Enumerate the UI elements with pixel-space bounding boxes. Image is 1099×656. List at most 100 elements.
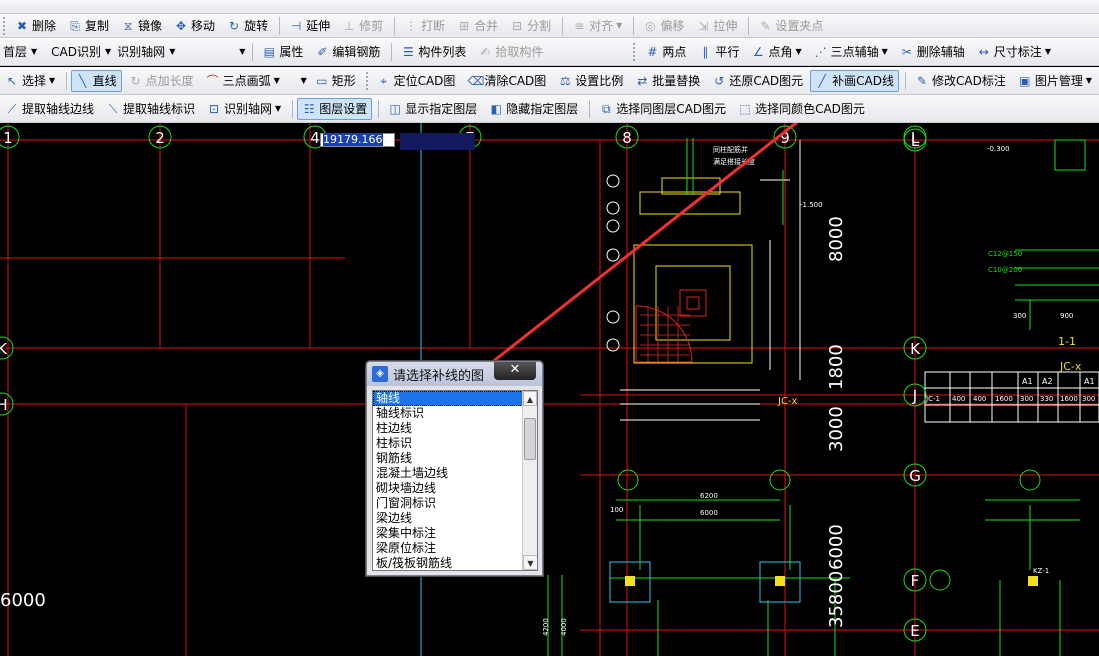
break-button[interactable]: ⋮ 打断 <box>399 15 450 37</box>
modify-cad-label-button[interactable]: ✎ 修改CAD标注 <box>910 70 1011 92</box>
properties-label: 属性 <box>279 45 304 59</box>
cad-drawing[interactable]: 124789LKHLKJGFE 800018003000600035800600… <box>0 123 1099 656</box>
point-length-label: 点加长度 <box>145 74 194 88</box>
delete-button[interactable]: ✖ 删除 <box>10 15 61 37</box>
blank-combo-dropdown[interactable]: ▼ <box>178 42 248 62</box>
scroll-down-icon[interactable]: ▼ <box>523 555 537 570</box>
list-item[interactable]: 柱标识 <box>373 436 537 451</box>
batch-replace-label: 批量替换 <box>652 74 701 88</box>
list-item[interactable]: 钢筋线 <box>373 451 537 466</box>
axis-label: K <box>910 340 921 358</box>
list-item[interactable]: 梁原位标注 <box>373 541 537 556</box>
dimension-button[interactable]: ↔ 尺寸标注 ▼ <box>972 41 1056 63</box>
dialog-close-button[interactable]: ✕ <box>494 362 536 380</box>
pick-component-button[interactable]: ✍ 拾取构件 <box>473 41 548 63</box>
image-manage-icon: ▣ <box>1019 73 1031 88</box>
split-button[interactable]: ⊟ 分割 <box>505 15 556 37</box>
grip-button[interactable]: ✎ 设置夹点 <box>753 15 828 37</box>
pick-component-icon: ✍ <box>480 44 491 59</box>
break-label: 打断 <box>421 19 446 33</box>
copy-icon: ⎘ <box>70 18 80 33</box>
toolbar-grip[interactable] <box>3 16 7 35</box>
cad-recognize-dropdown[interactable]: CAD识别 ▼ <box>48 42 114 62</box>
align-button[interactable]: ≡ 对齐 ▼ <box>567 15 627 37</box>
scroll-up-icon[interactable]: ▲ <box>523 391 537 406</box>
list-item[interactable]: 梁边线 <box>373 511 537 526</box>
trim-button[interactable]: ⊥ 修剪 <box>337 15 388 37</box>
dimension-icon: ↔ <box>978 44 989 59</box>
component-list-button[interactable]: ☰ 构件列表 <box>396 41 471 63</box>
extract-axis-edge-button[interactable]: ⟋ 提取轴线边线 <box>0 98 99 120</box>
coordinate-input-secondary[interactable] <box>400 133 475 150</box>
stretch-label: 拉伸 <box>713 19 738 33</box>
coordinate-value: 19179.166 <box>323 133 383 146</box>
layer-settings-button[interactable]: ☷ 图层设置 <box>297 97 373 120</box>
hide-layer-button[interactable]: ◧ 隐藏指定图层 <box>484 98 583 120</box>
delete-axis-button[interactable]: ✂ 删除辅轴 <box>895 41 970 63</box>
recognize-axis-dropdown[interactable]: 识别轴网 ▼ <box>114 42 178 62</box>
line-button[interactable]: ╲ 直线 <box>70 69 122 92</box>
listbox-scrollbar[interactable]: ▲ ▼ <box>522 391 537 570</box>
list-item[interactable]: 混凝土墙边线 <box>373 466 537 481</box>
rotate-icon: ↻ <box>229 18 240 33</box>
point-length-button[interactable]: ↻ 点加长度 <box>124 70 199 92</box>
three-point-arc-button[interactable]: ⌒ 三点画弧 ▼ <box>201 70 285 92</box>
batch-replace-button[interactable]: ⇄ 批量替换 <box>630 70 705 92</box>
toolbar-grip[interactable] <box>633 42 637 61</box>
list-item[interactable]: 轴线 <box>373 391 523 406</box>
show-layer-button[interactable]: ◫ 显示指定图层 <box>383 98 482 120</box>
scrollbar-thumb[interactable] <box>524 418 536 460</box>
three-point-axis-button[interactable]: ⋰ 三点辅轴 ▼ <box>809 41 893 63</box>
two-point-button[interactable]: # 两点 <box>640 41 691 63</box>
extract-axis-label-button[interactable]: ⟍ 提取轴线标识 <box>101 98 200 120</box>
axis-label: E <box>910 622 919 640</box>
dimension-text: 6000 <box>826 524 847 570</box>
parallel-button[interactable]: ∥ 平行 <box>693 41 744 63</box>
select-button[interactable]: ↖ 选择 ▼ <box>0 70 60 92</box>
edit-rebar-button[interactable]: ✐ 编辑钢筋 <box>310 41 385 63</box>
locate-cad-button[interactable]: ⌖ 定位CAD图 <box>372 70 461 92</box>
image-manage-button[interactable]: ▣ 图片管理 ▼ <box>1013 70 1097 92</box>
table-cell: 1600 <box>1060 395 1078 403</box>
restore-cad-button[interactable]: ↺ 还原CAD图元 <box>707 70 808 92</box>
layer-type-listbox[interactable]: 轴线 轴线标识 柱边线 柱标识 钢筋线 混凝土墙边线 砌块墙边线 门窗洞标识 梁边线 梁集中标注梁… <box>372 390 538 571</box>
line-icon: ╲ <box>78 73 87 88</box>
merge-button[interactable]: ⊞ 合并 <box>452 15 503 37</box>
offset-button[interactable]: ◎ 偏移 <box>638 15 689 37</box>
extract-axis-label-icon: ⟍ <box>108 101 118 116</box>
list-item[interactable]: 砌块墙边线 <box>373 481 537 496</box>
toolbar-grip[interactable] <box>365 71 369 90</box>
list-item[interactable]: 板/筏板钢筋线 <box>373 556 537 570</box>
arc-options-dropdown[interactable]: ▼ <box>287 71 310 91</box>
set-scale-icon: ⚖ <box>559 73 571 88</box>
list-item[interactable]: 梁集中标注 <box>373 526 537 541</box>
chevron-down-icon: ▼ <box>273 76 280 85</box>
chevron-down-icon: ▼ <box>49 76 56 85</box>
line-label: 直线 <box>92 74 117 88</box>
move-button[interactable]: ✥ 移动 <box>169 15 220 37</box>
rect-button[interactable]: ▭ 矩形 <box>310 70 361 92</box>
dialog-titlebar[interactable]: ◈ 请选择补线的图 ✕ <box>367 362 542 386</box>
set-scale-button[interactable]: ⚖ 设置比例 <box>553 70 628 92</box>
drawing-label: C12@150 <box>988 250 1022 258</box>
select-same-layer-button[interactable]: ⧉ 选择同图层CAD图元 <box>594 98 731 120</box>
extend-button[interactable]: ⊣ 延伸 <box>284 15 335 37</box>
recognize-axis-button[interactable]: ⊡ 识别轴网 ▼ <box>202 98 286 120</box>
list-item[interactable]: 门窗洞标识 <box>373 496 537 511</box>
list-item[interactable]: 柱边线 <box>373 421 537 436</box>
redraw-cad-line-button[interactable]: ╱ 补画CAD线 <box>810 69 899 92</box>
stretch-button[interactable]: ⇲ 拉伸 <box>691 15 742 37</box>
properties-button[interactable]: ▤ 属性 <box>257 41 308 63</box>
coordinate-input[interactable]: 19179.166 <box>320 133 395 147</box>
mirror-button[interactable]: ⧖ 镜像 <box>116 15 167 37</box>
cad-drawing-canvas[interactable]: 124789LKHLKJGFE 800018003000600035800600… <box>0 123 1099 656</box>
axis-label: 4 <box>310 129 320 147</box>
list-item[interactable]: 轴线标识 <box>373 406 537 421</box>
clear-cad-label: 清除CAD图 <box>484 74 547 88</box>
floor-dropdown[interactable]: 首层 ▼ <box>0 42 40 62</box>
select-same-color-button[interactable]: ⬚ 选择同颜色CAD图元 <box>733 98 870 120</box>
clear-cad-button[interactable]: ⌫ 清除CAD图 <box>462 70 551 92</box>
rotate-button[interactable]: ↻ 旋转 <box>222 15 273 37</box>
copy-button[interactable]: ⎘ 复制 <box>63 15 114 37</box>
point-angle-button[interactable]: ∠ 点角 ▼ <box>746 41 806 63</box>
